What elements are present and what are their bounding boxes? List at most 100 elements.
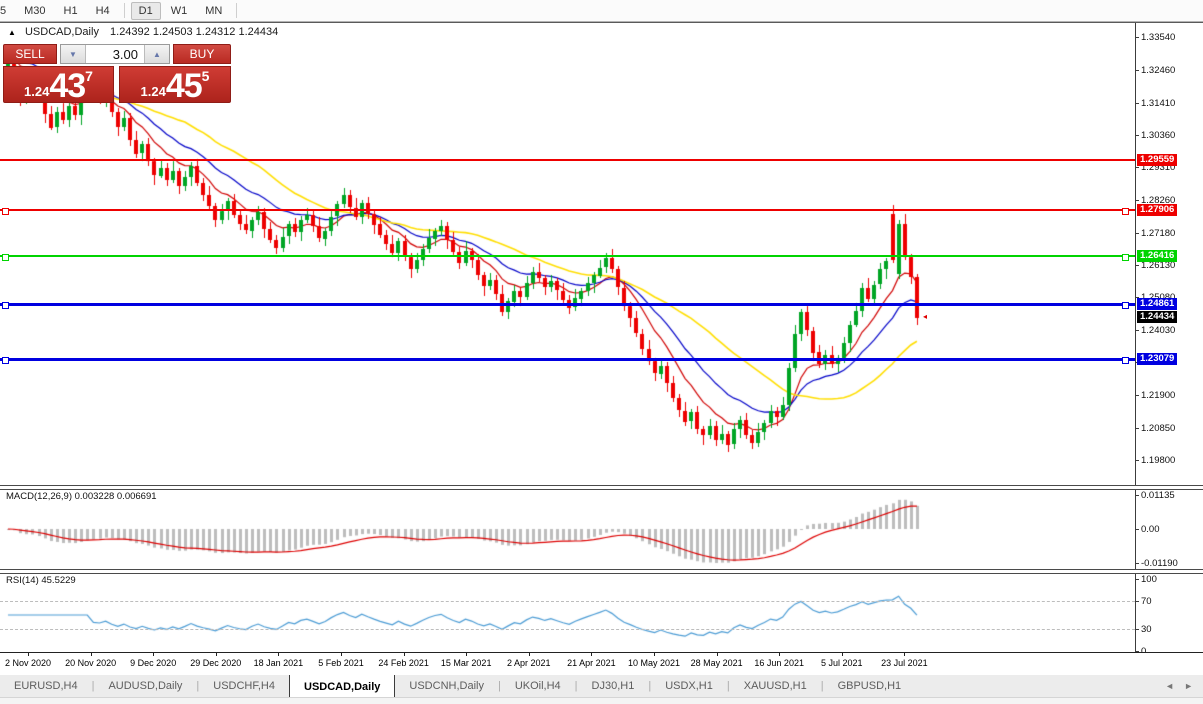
chart-tab-gbpusd-h1[interactable]: GBPUSD,H1: [824, 674, 916, 698]
macd-pane-canvas[interactable]: [0, 489, 1135, 569]
line-anchor-marker[interactable]: [2, 208, 9, 215]
chart-tab-bar: EURUSD,H4 | AUDUSD,Daily | USDCHF,H4 USDCAD,D…: [0, 673, 1203, 698]
buy-price-prefix: 1.24: [140, 84, 166, 99]
date-axis-label: 23 Jul 2021: [881, 658, 928, 668]
volume-input[interactable]: [86, 45, 144, 63]
timeframe-button-h1[interactable]: H1: [56, 2, 86, 20]
date-axis-label: 2 Nov 2020: [4, 658, 52, 668]
chart-tab-xauusd-h1[interactable]: XAUUSD,H1: [730, 674, 821, 698]
sell-price-big: 43: [49, 67, 86, 105]
date-axis[interactable]: 2 Nov 2020 20 Nov 2020 9 Dec 2020 29 Dec 20…: [0, 652, 1203, 675]
horizontal-level-line-1.24861[interactable]: [0, 303, 1135, 306]
date-axis-label: 24 Feb 2021: [378, 658, 429, 668]
chart-tab-usdx-h1[interactable]: USDX,H1: [651, 674, 727, 698]
horizontal-level-line-1.27906[interactable]: [0, 209, 1135, 211]
buy-price-button[interactable]: 1.24 45 5: [119, 66, 231, 103]
date-axis-label: 20 Nov 2020: [65, 658, 117, 668]
date-axis-tick: [215, 653, 217, 656]
chart-title: ▲ USDCAD,Daily 1.24392 1.24503 1.24312 1…: [8, 26, 278, 38]
date-axis-tick: [904, 653, 906, 656]
date-axis-tick: [528, 653, 530, 656]
chart-tab-usdcad-daily[interactable]: USDCAD,Daily: [289, 674, 396, 698]
line-anchor-marker[interactable]: [1122, 302, 1129, 309]
tab-scroll-right-icon[interactable]: ►: [1184, 681, 1193, 691]
date-axis-label: 21 Apr 2021: [567, 658, 616, 668]
buy-price-big: 45: [165, 67, 203, 105]
price-axis-label: 1.33540: [1141, 32, 1176, 43]
date-axis-tick: [278, 653, 280, 656]
rsi-axis-label: 70: [1141, 596, 1152, 607]
tab-scroll-left-icon[interactable]: ◄: [1165, 681, 1174, 691]
rsi-axis-label: 30: [1141, 624, 1152, 635]
date-axis-label: 5 Feb 2021: [318, 658, 364, 668]
macd-axis-label: 0.00: [1141, 524, 1160, 535]
chart-tab-usdchf-h4[interactable]: USDCHF,H4: [199, 674, 289, 698]
rsi-level-line-30: [0, 629, 1135, 630]
rsi-level-line-70: [0, 601, 1135, 602]
line-anchor-marker[interactable]: [1122, 254, 1129, 261]
chart-tab-audusd-daily[interactable]: AUDUSD,Daily: [94, 674, 196, 698]
date-axis-tick: [153, 653, 155, 656]
chart-symbol-label: USDCAD,Daily: [24, 26, 99, 38]
timeframe-button-5[interactable]: 5: [0, 2, 14, 20]
price-axis-line: [1135, 23, 1136, 652]
volume-decrease-button[interactable]: ▼: [61, 45, 86, 63]
timeframe-button-w1[interactable]: W1: [163, 2, 196, 20]
price-axis-label: 1.31410: [1141, 98, 1176, 109]
horizontal-level-line-1.29559[interactable]: [0, 159, 1135, 161]
date-axis-label: 10 May 2021: [627, 658, 681, 668]
price-tag-1.23079: 1.23079: [1137, 353, 1178, 365]
horizontal-level-line-1.26416[interactable]: [0, 255, 1135, 257]
price-axis-label: 1.24030: [1141, 325, 1176, 336]
price-axis-label: 1.30360: [1141, 130, 1176, 141]
buy-button[interactable]: BUY: [173, 44, 231, 64]
sell-price-button[interactable]: 1.24 43 7: [3, 66, 114, 103]
timeframe-toolbar: 5 M30 H1 H4 D1 W1 MN: [0, 0, 1203, 22]
date-axis-label: 5 Jul 2021: [821, 658, 863, 668]
timeframe-button-d1[interactable]: D1: [130, 1, 161, 20]
buy-price-sup: 5: [201, 68, 210, 84]
rsi-pane-canvas[interactable]: [0, 573, 1135, 652]
volume-spinner: ▼ ▲: [60, 44, 170, 64]
price-axis-label: 1.20850: [1141, 423, 1176, 434]
status-strip: [0, 697, 1203, 704]
collapse-chart-icon[interactable]: ▲: [8, 28, 16, 37]
date-axis-label: 18 Jan 2021: [253, 658, 304, 668]
timeframe-button-h4[interactable]: H4: [88, 2, 118, 20]
mt4-terminal: 5 M30 H1 H4 D1 W1 MN ▲ USDCAD,Daily 1.24392 1.…: [0, 0, 1203, 704]
chart-tab-ukoil-h4[interactable]: UKOil,H4: [501, 674, 575, 698]
date-axis-label: 28 May 2021: [690, 658, 743, 668]
chart-tab-eurusd-h4[interactable]: EURUSD,H4: [0, 674, 92, 698]
date-axis-label: 29 Dec 2020: [190, 658, 242, 668]
date-axis-tick: [403, 653, 405, 656]
price-tag-1.29559: 1.29559: [1137, 154, 1178, 166]
timeframe-button-m30[interactable]: M30: [16, 2, 53, 20]
date-axis-label: 15 Mar 2021: [440, 658, 492, 668]
bid-price-marker: ◂: [923, 312, 928, 321]
macd-axis-label: -0.01190: [1141, 558, 1178, 569]
toolbar-separator: [123, 3, 125, 18]
line-anchor-marker[interactable]: [2, 357, 9, 364]
price-axis-label: 1.21900: [1141, 390, 1176, 401]
rsi-label: RSI(14) 45.5229: [6, 575, 76, 586]
line-anchor-marker[interactable]: [2, 254, 9, 261]
macd-axis-label: 0.01135: [1141, 490, 1175, 501]
line-anchor-marker[interactable]: [1122, 357, 1129, 364]
pane-splitter-rsi[interactable]: [0, 569, 1203, 574]
date-axis-tick: [841, 653, 843, 656]
chart-window: ▲ USDCAD,Daily 1.24392 1.24503 1.24312 1…: [0, 22, 1203, 675]
horizontal-level-line-1.23079[interactable]: [0, 358, 1135, 361]
timeframe-button-mn[interactable]: MN: [197, 2, 230, 20]
date-axis-tick: [716, 653, 718, 656]
sell-price-prefix: 1.24: [24, 84, 50, 99]
line-anchor-marker[interactable]: [1122, 208, 1129, 215]
pane-splitter-macd[interactable]: [0, 485, 1203, 490]
chart-tab-dj30-h1[interactable]: DJ30,H1: [578, 674, 649, 698]
rsi-axis-label: 100: [1141, 574, 1157, 585]
chart-tab-usdcnh-daily[interactable]: USDCNH,Daily: [395, 674, 498, 698]
date-axis-tick: [90, 653, 92, 656]
volume-increase-button[interactable]: ▲: [144, 45, 169, 63]
line-anchor-marker[interactable]: [2, 302, 9, 309]
sell-button[interactable]: SELL: [3, 44, 57, 64]
date-axis-label: 2 Apr 2021: [507, 658, 551, 668]
